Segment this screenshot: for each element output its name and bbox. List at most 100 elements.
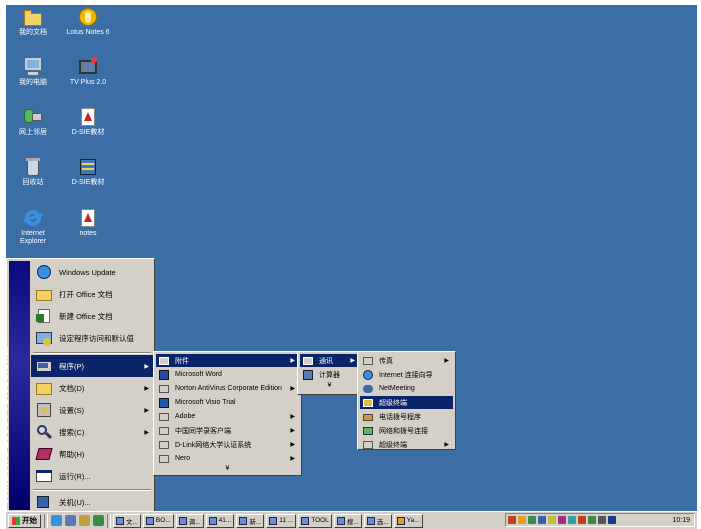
tray-app-icon[interactable] xyxy=(558,516,566,524)
computer-icon xyxy=(23,57,43,77)
menu-item-label: 附件 xyxy=(175,357,189,365)
menu-item-hyperterminal-folder[interactable]: 超级终端 ▶ xyxy=(360,438,453,451)
desktop-icon-dsie-pdf[interactable]: D-SIE教材 xyxy=(58,107,118,137)
windows-flag-icon xyxy=(12,516,20,525)
desktop-icon-tv-plus[interactable]: TV Plus 2.0 xyxy=(58,57,118,87)
window-icon xyxy=(336,516,345,525)
taskbar-button[interactable]: TOOL xyxy=(298,513,332,528)
desktop-icon-label: Internet Explorer xyxy=(19,230,47,245)
program-group-icon xyxy=(159,412,170,422)
tray-app-icon[interactable] xyxy=(548,516,556,524)
tray-app-icon[interactable] xyxy=(588,516,596,524)
taskbar-button[interactable]: 调... xyxy=(175,513,204,528)
desktop-icon-my-documents[interactable]: 我的文档 xyxy=(6,7,60,37)
taskbar-button[interactable]: 选... xyxy=(363,513,392,528)
menu-item-label: Adobe xyxy=(175,413,196,420)
desktop-icon-network-places[interactable]: 网上邻居 xyxy=(6,107,60,137)
desktop-icon-lotus-notes[interactable]: Lotus Notes 6 xyxy=(58,7,118,37)
menu-item-adobe[interactable]: Adobe ▶ xyxy=(156,410,299,423)
menu-item-run[interactable]: 运行(R)... xyxy=(31,465,153,487)
tray-app-icon[interactable] xyxy=(528,516,536,524)
program-group-icon xyxy=(159,356,170,366)
tray-app-icon[interactable] xyxy=(518,516,526,524)
taskbar-button[interactable]: 搜... xyxy=(333,513,362,528)
menu-item-microsoft-word[interactable]: Microsoft Word xyxy=(156,368,299,381)
taskbar-button[interactable]: 11 ... xyxy=(266,513,297,528)
menu-item-label: NetMeeting xyxy=(379,385,415,392)
tray-app-icon[interactable] xyxy=(538,516,546,524)
program-group-icon xyxy=(363,440,374,450)
taskbar-button[interactable]: Ya... xyxy=(393,513,423,528)
menu-item-programs[interactable]: 程序(P) ▶ xyxy=(31,355,153,377)
menu-item-hyperterminal[interactable]: 超级终端 xyxy=(360,396,453,409)
menu-item-dlink-certification[interactable]: D-Link网络大学认证系统 ▶ xyxy=(156,438,299,451)
ie-icon xyxy=(23,208,43,228)
menu-item-nero[interactable]: Nero ▶ xyxy=(156,452,299,465)
input-method-icon[interactable] xyxy=(608,516,616,524)
menu-item-settings[interactable]: 设置(S) ▶ xyxy=(31,399,153,421)
folder-icon xyxy=(23,7,43,27)
menu-item-visio-trial[interactable]: Microsoft Visio Trial xyxy=(156,396,299,409)
menu-item-help[interactable]: 帮助(H) xyxy=(31,443,153,465)
ie-quicklaunch-icon[interactable] xyxy=(51,515,62,526)
menu-item-communications[interactable]: 通讯 ▶ xyxy=(300,354,359,367)
desktop-quicklaunch-icon[interactable] xyxy=(65,515,76,526)
desktop-icon-label: 回收站 xyxy=(22,179,44,186)
netmeeting-icon xyxy=(363,384,374,394)
visio-icon xyxy=(159,397,170,408)
menu-item-shutdown[interactable]: 关机(U)... xyxy=(31,491,153,513)
desktop-icon-notes[interactable]: notes xyxy=(58,208,118,238)
book-icon xyxy=(78,157,98,177)
tv-icon xyxy=(78,57,98,77)
phone-icon xyxy=(363,412,374,422)
tray-app-icon[interactable] xyxy=(568,516,576,524)
media-quicklaunch-icon[interactable] xyxy=(93,515,104,526)
menu-item-label: 帮助(H) xyxy=(59,449,85,459)
window-icon xyxy=(396,516,405,525)
submenu-arrow-icon: ▶ xyxy=(290,358,295,364)
network-icon xyxy=(23,107,43,127)
desktop-icon-label: D-SIE教材 xyxy=(71,179,105,186)
menu-item-open-office-document[interactable]: 打开 Office 文档 xyxy=(31,283,153,305)
menu-item-internet-connection-wizard[interactable]: Internet 连接向导 xyxy=(360,368,453,381)
desktop-icon-dsie-book[interactable]: D-SIE教材 xyxy=(58,157,118,187)
menu-item-label: 新建 Office 文档 xyxy=(59,311,113,321)
menu-item-netmeeting[interactable]: NetMeeting xyxy=(360,382,453,395)
tray-app-icon[interactable] xyxy=(508,516,516,524)
menu-item-norton-antivirus[interactable]: Norton AntiVirus Corporate Edition ▶ xyxy=(156,382,299,395)
menu-item-label: 文档(D) xyxy=(59,383,85,393)
taskbar-button[interactable]: 41... xyxy=(205,513,235,528)
menu-item-phone-dialer[interactable]: 电话拨号程序 xyxy=(360,410,453,423)
recycle-bin-icon xyxy=(23,157,43,177)
clock[interactable]: 10:19 xyxy=(672,517,690,524)
menu-item-windows-update[interactable]: Windows Update xyxy=(31,261,153,283)
menu-item-calculator[interactable]: 计算器 xyxy=(300,368,359,381)
tray-app-icon[interactable] xyxy=(578,516,586,524)
volume-icon[interactable] xyxy=(598,516,606,524)
menu-item-fax[interactable]: 传真 ▶ xyxy=(360,354,453,367)
desktop-icon-my-computer[interactable]: 我的电脑 xyxy=(6,57,60,87)
menu-item-label: 传真 xyxy=(379,357,393,365)
menu-item-documents[interactable]: 文档(D) ▶ xyxy=(31,377,153,399)
expand-menu-chevron-icon[interactable]: ¥ xyxy=(154,465,301,472)
menu-item-program-defaults[interactable]: 设定程序访问和默认值 xyxy=(31,327,153,349)
network-icon xyxy=(363,426,374,436)
submenu-arrow-icon: ▶ xyxy=(444,442,449,448)
start-button[interactable]: 开始 xyxy=(8,513,41,528)
taskbar-button[interactable]: BO... xyxy=(142,513,174,528)
menu-item-network-dialup-connections[interactable]: 网络和拨号连接 xyxy=(360,424,453,437)
taskbar-button[interactable]: 文... xyxy=(113,513,141,528)
outlook-quicklaunch-icon[interactable] xyxy=(79,515,90,526)
menu-item-alumni-client[interactable]: 中国同学录客户端 ▶ xyxy=(156,424,299,437)
menu-item-label: D-Link网络大学认证系统 xyxy=(175,441,252,449)
menu-item-accessories[interactable]: 附件 ▶ xyxy=(156,354,299,367)
menu-item-new-office-document[interactable]: 新建 Office 文档 xyxy=(31,305,153,327)
menu-item-search[interactable]: 搜索(C) ▶ xyxy=(31,421,153,443)
desktop-icon-internet-explorer[interactable]: Internet Explorer xyxy=(6,208,60,246)
desktop-icon-recycle-bin[interactable]: 回收站 xyxy=(6,157,60,187)
start-menu: Windows 2000 Professional Windows Update… xyxy=(0,258,155,513)
calculator-icon xyxy=(303,369,314,380)
expand-menu-chevron-icon[interactable]: ¥ xyxy=(298,382,361,389)
screenshot-frame: 我的文档 Lotus Notes 6 我的电脑 TV Plus 2.0 网上邻居… xyxy=(0,0,701,529)
taskbar-button[interactable]: 新... xyxy=(236,513,265,528)
